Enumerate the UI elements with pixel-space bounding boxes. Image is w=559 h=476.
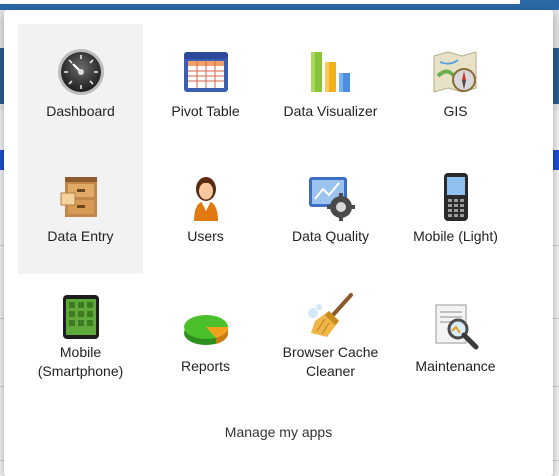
app-label: Data Quality — [291, 228, 370, 244]
app-users[interactable]: Users — [143, 149, 268, 274]
app-maintenance[interactable]: Maintenance — [393, 274, 518, 399]
app-label: Mobile (Light) — [413, 228, 498, 244]
map-compass-icon — [433, 51, 476, 93]
data-quality-gear-icon — [308, 177, 355, 221]
pivot-table-icon — [183, 52, 228, 92]
bar-chart-icon — [310, 52, 350, 92]
app-pivot-table[interactable]: Pivot Table — [143, 24, 268, 149]
app-label: Users — [187, 228, 224, 244]
dashboard-gauge-icon — [57, 49, 104, 95]
feature-phone-icon — [443, 173, 468, 221]
manage-my-apps-link[interactable]: Manage my apps — [4, 424, 553, 440]
app-label: Dashboard — [46, 103, 115, 119]
app-label: Pivot Table — [171, 103, 240, 119]
app-browser-cache-cleaner[interactable]: Browser Cache Cleaner — [268, 274, 393, 399]
apps-menu: Dashboard Pivot Table Data Visualizer GI… — [4, 10, 553, 476]
app-mobile-smartphone[interactable]: Mobile (Smartphone) — [18, 274, 143, 399]
broom-icon — [307, 293, 353, 337]
filing-cabinet-icon — [60, 177, 97, 217]
app-label: Reports — [180, 358, 231, 374]
pie-chart-icon — [183, 315, 228, 345]
app-label: Maintenance — [415, 358, 496, 374]
user-icon — [193, 177, 218, 221]
app-data-entry[interactable]: Data Entry — [18, 149, 143, 274]
smartphone-icon — [62, 295, 99, 339]
app-label: GIS — [443, 103, 468, 119]
app-gis[interactable]: GIS — [393, 24, 518, 149]
app-label: Data Entry — [47, 228, 114, 244]
maintenance-magnifier-icon — [435, 304, 478, 350]
top-search-field — [0, 0, 520, 4]
app-data-quality[interactable]: Data Quality — [268, 149, 393, 274]
app-data-visualizer[interactable]: Data Visualizer — [268, 24, 393, 149]
app-label: Mobile (Smartphone) — [37, 344, 124, 379]
app-dashboard[interactable]: Dashboard — [18, 24, 143, 149]
app-mobile-light[interactable]: Mobile (Light) — [393, 149, 518, 274]
app-label: Data Visualizer — [283, 103, 378, 119]
app-reports[interactable]: Reports — [143, 274, 268, 399]
app-label: Browser Cache Cleaner — [282, 344, 379, 379]
